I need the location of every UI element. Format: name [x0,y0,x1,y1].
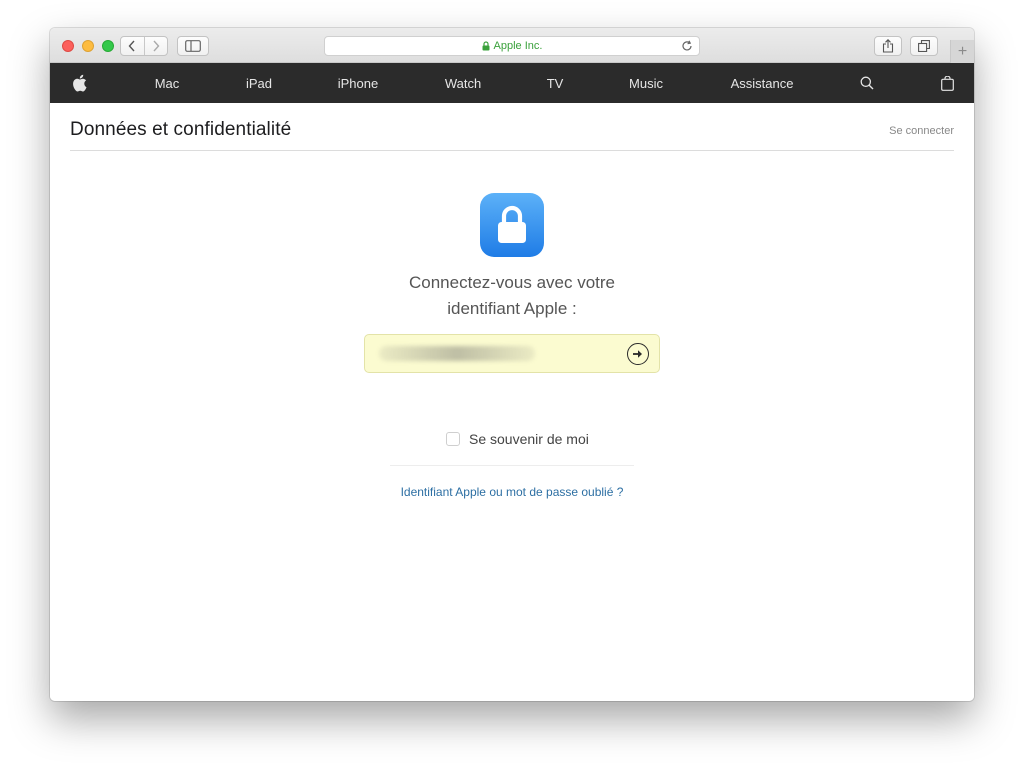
lock-icon [498,205,526,243]
minimize-window-button[interactable] [82,40,94,52]
forgot-credentials-link[interactable]: Identifiant Apple ou mot de passe oublié… [312,485,712,499]
prompt-line-1: Connectez-vous avec votre [409,273,615,292]
chevron-left-icon [129,40,136,52]
browser-window: Apple Inc. + Mac iPad iPhone Watch TV Mu… [50,28,974,701]
nav-item-assistance[interactable]: Assistance [720,63,804,103]
share-button[interactable] [874,36,902,56]
redacted-apple-id [379,346,535,361]
remember-me-label[interactable]: Se souvenir de moi [469,431,589,447]
bag-button[interactable] [936,63,958,103]
browser-toolbar: Apple Inc. + [50,28,974,63]
nav-item-music[interactable]: Music [616,63,676,103]
prompt-line-2: identifiant Apple : [447,299,577,318]
plus-icon: + [957,42,968,60]
lock-app-icon [480,193,544,257]
tabs-icon [918,40,930,52]
maximize-window-button[interactable] [102,40,114,52]
search-icon [860,76,874,90]
page-content: Données et confidentialité Se connecter … [50,103,974,701]
chevron-right-icon [153,40,160,52]
arrow-right-icon [633,350,642,358]
reload-button[interactable] [681,40,693,52]
search-button[interactable] [856,63,878,103]
nav-item-watch[interactable]: Watch [433,63,493,103]
sidebar-toggle-button[interactable] [177,36,209,56]
secure-lock-icon [482,41,490,51]
history-nav-group [120,36,168,56]
remember-me-row: Se souvenir de moi [446,431,589,447]
nav-item-ipad[interactable]: iPad [234,63,284,103]
apple-id-field-container [364,334,660,373]
sign-in-prompt: Connectez-vous avec votre identifiant Ap… [312,270,712,322]
apple-logo-link[interactable] [68,63,90,103]
nav-item-mac[interactable]: Mac [142,63,192,103]
address-bar[interactable]: Apple Inc. [324,36,700,56]
reload-icon [682,40,692,51]
back-button[interactable] [121,37,144,55]
nav-item-iphone[interactable]: iPhone [328,63,388,103]
page-title: Données et confidentialité [70,119,292,140]
forward-button[interactable] [143,37,167,55]
sidebar-icon [185,40,201,52]
address-text: Apple Inc. [493,40,543,52]
bag-icon [940,75,954,91]
remember-me-checkbox[interactable] [446,432,460,446]
apple-logo-icon [72,74,86,92]
close-window-button[interactable] [62,40,74,52]
new-tab-button[interactable]: + [950,40,974,63]
divider [390,465,634,466]
show-tabs-button[interactable] [910,36,938,56]
global-nav: Mac iPad iPhone Watch TV Music Assistanc… [50,63,974,103]
share-icon [882,39,894,53]
nav-item-tv[interactable]: TV [535,63,575,103]
continue-button[interactable] [627,343,649,365]
title-divider [70,150,954,151]
sign-in-link[interactable]: Se connecter [889,125,954,137]
